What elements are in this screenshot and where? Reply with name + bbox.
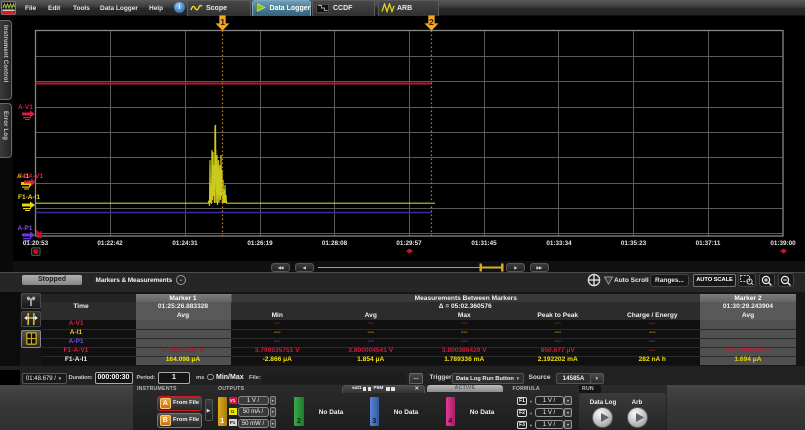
svg-text:2: 2: [429, 17, 434, 27]
svg-text:1: 1: [220, 17, 225, 27]
